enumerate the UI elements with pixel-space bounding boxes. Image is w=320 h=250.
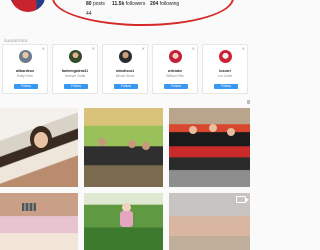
suggestion-fullname: Minnie Stone [115,74,135,78]
following-label: following [159,1,180,7]
suggestion-card: ✕ luxcarl Lux Carlie Follow [202,44,248,94]
follow-button[interactable]: Follow [64,84,88,89]
suggestion-card: ✕ fantemgalera31 Hannah Crafts Follow [52,44,98,94]
avatar[interactable] [118,50,132,63]
close-icon[interactable]: ✕ [142,46,145,51]
following-stat[interactable]: 204 following [150,1,179,7]
following-count: 204 [150,1,159,7]
follow-button[interactable]: Follow [114,84,138,89]
followers-label: followers [125,1,146,7]
avatar[interactable] [68,50,82,63]
posts-grid [0,108,250,250]
suggestion-username[interactable]: alibardeos [3,69,47,73]
post-thumbnail[interactable] [169,108,250,187]
suggestion-fullname: Emily Rohn [16,74,34,78]
suggestion-username[interactable]: wilcrake [153,69,197,73]
follow-button[interactable]: Follow [14,84,38,89]
suggestion-username[interactable]: minolisca1 [103,69,147,73]
post-thumbnail[interactable] [84,193,163,250]
post-thumbnail[interactable] [84,108,163,187]
follow-button[interactable]: Follow [164,84,188,89]
scrollbar-thumb[interactable] [247,100,250,104]
profile-avatar[interactable] [10,0,46,12]
suggestion-username[interactable]: fantemgalera31 [53,69,97,73]
posts-stat: 80 posts [86,1,105,7]
post-thumbnail[interactable] [0,108,78,187]
profile-header: 80 posts 11.5k followers 204 following 4… [0,0,250,28]
blurred-face [22,203,36,211]
post-thumbnail[interactable] [169,193,250,250]
suggestion-username[interactable]: luxcarl [203,69,247,73]
avatar[interactable] [18,50,32,63]
close-icon[interactable]: ✕ [92,46,95,51]
follow-button[interactable]: Follow [214,84,238,89]
close-icon[interactable]: ✕ [192,46,195,51]
post-thumbnail[interactable] [0,193,78,250]
followers-count: 11.5k [112,1,125,7]
suggestion-fullname: William Reis [166,74,184,78]
suggestion-card: ✕ alibardeos Emily Rohn Follow [2,44,48,94]
suggestion-card: ✕ minolisca1 Minnie Stone Follow [102,44,148,94]
posts-label: posts [92,1,105,7]
suggestion-fullname: Hannah Crafts [64,74,86,78]
avatar[interactable] [168,50,182,63]
close-icon[interactable]: ✕ [42,46,45,51]
video-camera-icon [236,196,249,203]
suggestion-fullname: Lux Carlie [217,74,233,78]
suggested-label: SUGGESTED [4,39,28,43]
suggestion-card: ✕ wilcrake William Reis Follow [152,44,198,94]
suggested-strip: ✕ alibardeos Emily Rohn Follow ✕ fantemg… [0,44,250,96]
close-icon[interactable]: ✕ [242,46,245,51]
posts-count: 80 [86,1,92,7]
profile-bio-fragment: 44 [86,11,92,17]
avatar[interactable] [218,50,232,63]
followers-stat[interactable]: 11.5k followers [112,1,145,7]
